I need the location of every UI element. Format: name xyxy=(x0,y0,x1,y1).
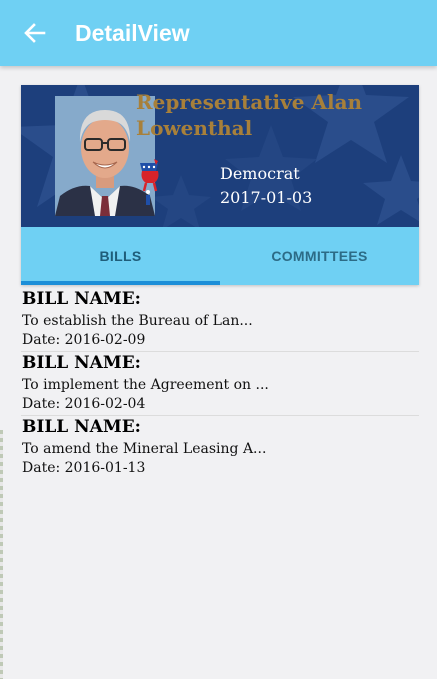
tab-committees[interactable]: COMMITTEES xyxy=(220,227,419,285)
party-label: Democrat xyxy=(220,164,300,183)
bill-date: Date: 2016-01-13 xyxy=(22,460,146,476)
arrow-left-icon xyxy=(24,23,46,43)
tab-bar: BILLS COMMITTEES xyxy=(21,227,419,285)
list-item[interactable]: BILL NAME: To amend the Mineral Leasing … xyxy=(21,416,419,479)
page-title: DetailView xyxy=(75,20,190,46)
list-item[interactable]: BILL NAME: To establish the Bureau of La… xyxy=(21,288,419,352)
bills-list: BILL NAME: To establish the Bureau of La… xyxy=(21,288,419,479)
democrat-donkey-icon xyxy=(136,157,162,212)
screen-edge xyxy=(0,430,3,679)
term-start-date: 2017-01-03 xyxy=(220,188,313,207)
bill-title: To establish the Bureau of Lan... xyxy=(22,313,253,329)
back-button[interactable] xyxy=(20,18,50,48)
bill-date: Date: 2016-02-04 xyxy=(22,396,146,412)
bill-title: To amend the Mineral Leasing A... xyxy=(22,441,267,457)
bill-heading: BILL NAME: xyxy=(22,353,141,373)
profile-card: Representative Alan Lowenthal Democrat 2… xyxy=(21,85,419,285)
app-bar: DetailView xyxy=(0,0,437,66)
list-item[interactable]: BILL NAME: To implement the Agreement on… xyxy=(21,352,419,416)
active-tab-indicator xyxy=(21,281,220,285)
tab-bills[interactable]: BILLS xyxy=(21,227,220,285)
bill-title: To implement the Agreement on ... xyxy=(22,377,269,393)
bill-heading: BILL NAME: xyxy=(22,417,141,437)
representative-name: Representative Alan Lowenthal xyxy=(136,90,363,140)
bill-heading: BILL NAME: xyxy=(22,289,141,309)
bill-date: Date: 2016-02-09 xyxy=(22,332,146,348)
profile-banner: Representative Alan Lowenthal Democrat 2… xyxy=(21,85,419,227)
